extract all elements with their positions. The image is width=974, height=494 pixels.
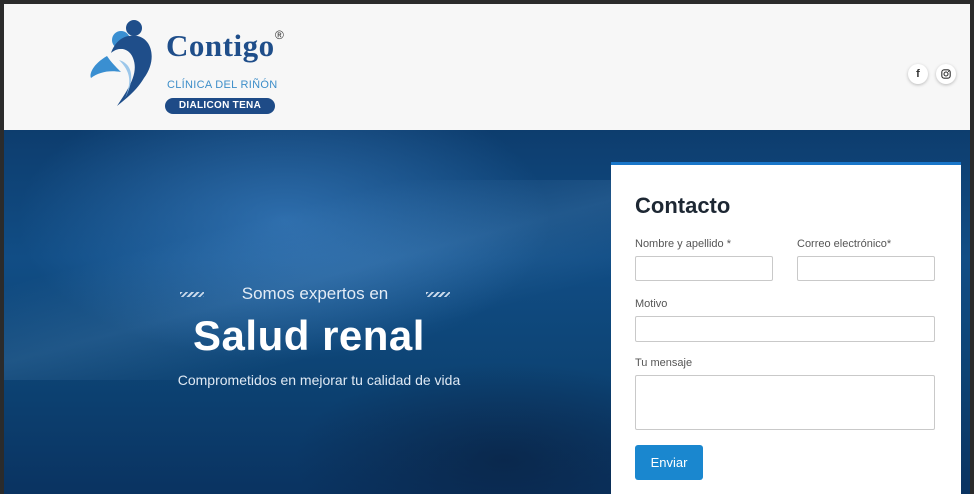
decorative-stripe-right [426, 291, 450, 297]
hero-headline: Salud renal [193, 312, 425, 359]
facebook-icon[interactable]: f [908, 64, 928, 84]
instagram-icon[interactable] [936, 64, 956, 84]
kidney-figure-icon [90, 20, 152, 106]
name-label: Nombre y apellido * [635, 238, 731, 250]
email-input[interactable] [797, 256, 935, 281]
submit-button[interactable]: Enviar [635, 445, 703, 480]
brand-subtitle: CLÍNICA DEL RIÑÓN [167, 79, 278, 91]
decorative-stripe-left [180, 291, 204, 297]
email-label: Correo electrónico* [797, 238, 892, 250]
hero-subline: Comprometidos en mejorar tu calidad de v… [177, 372, 461, 388]
message-textarea[interactable] [635, 375, 935, 430]
reason-label: Motivo [635, 298, 668, 310]
clinic-logo[interactable]: Contigo ® CLÍNICA DEL RIÑÓN DIALICON TEN… [89, 18, 289, 118]
brand-name: Contigo [166, 28, 275, 63]
contact-title: Contacto [635, 193, 731, 218]
contact-form: Contacto Nombre y apellido * Correo elec… [611, 162, 961, 494]
site-header: Contigo ® CLÍNICA DEL RIÑÓN DIALICON TEN… [4, 4, 970, 130]
hero-tagline: Somos expertos en [241, 284, 389, 303]
registered-mark: ® [275, 28, 284, 42]
reason-input[interactable] [635, 316, 935, 342]
page-frame: Contigo ® CLÍNICA DEL RIÑÓN DIALICON TEN… [4, 4, 970, 494]
brand-badge: DIALICON TENA [165, 98, 275, 114]
message-label: Tu mensaje [635, 357, 693, 369]
hero-tagline-row: Somos expertos en [180, 284, 450, 304]
name-input[interactable] [635, 256, 773, 281]
